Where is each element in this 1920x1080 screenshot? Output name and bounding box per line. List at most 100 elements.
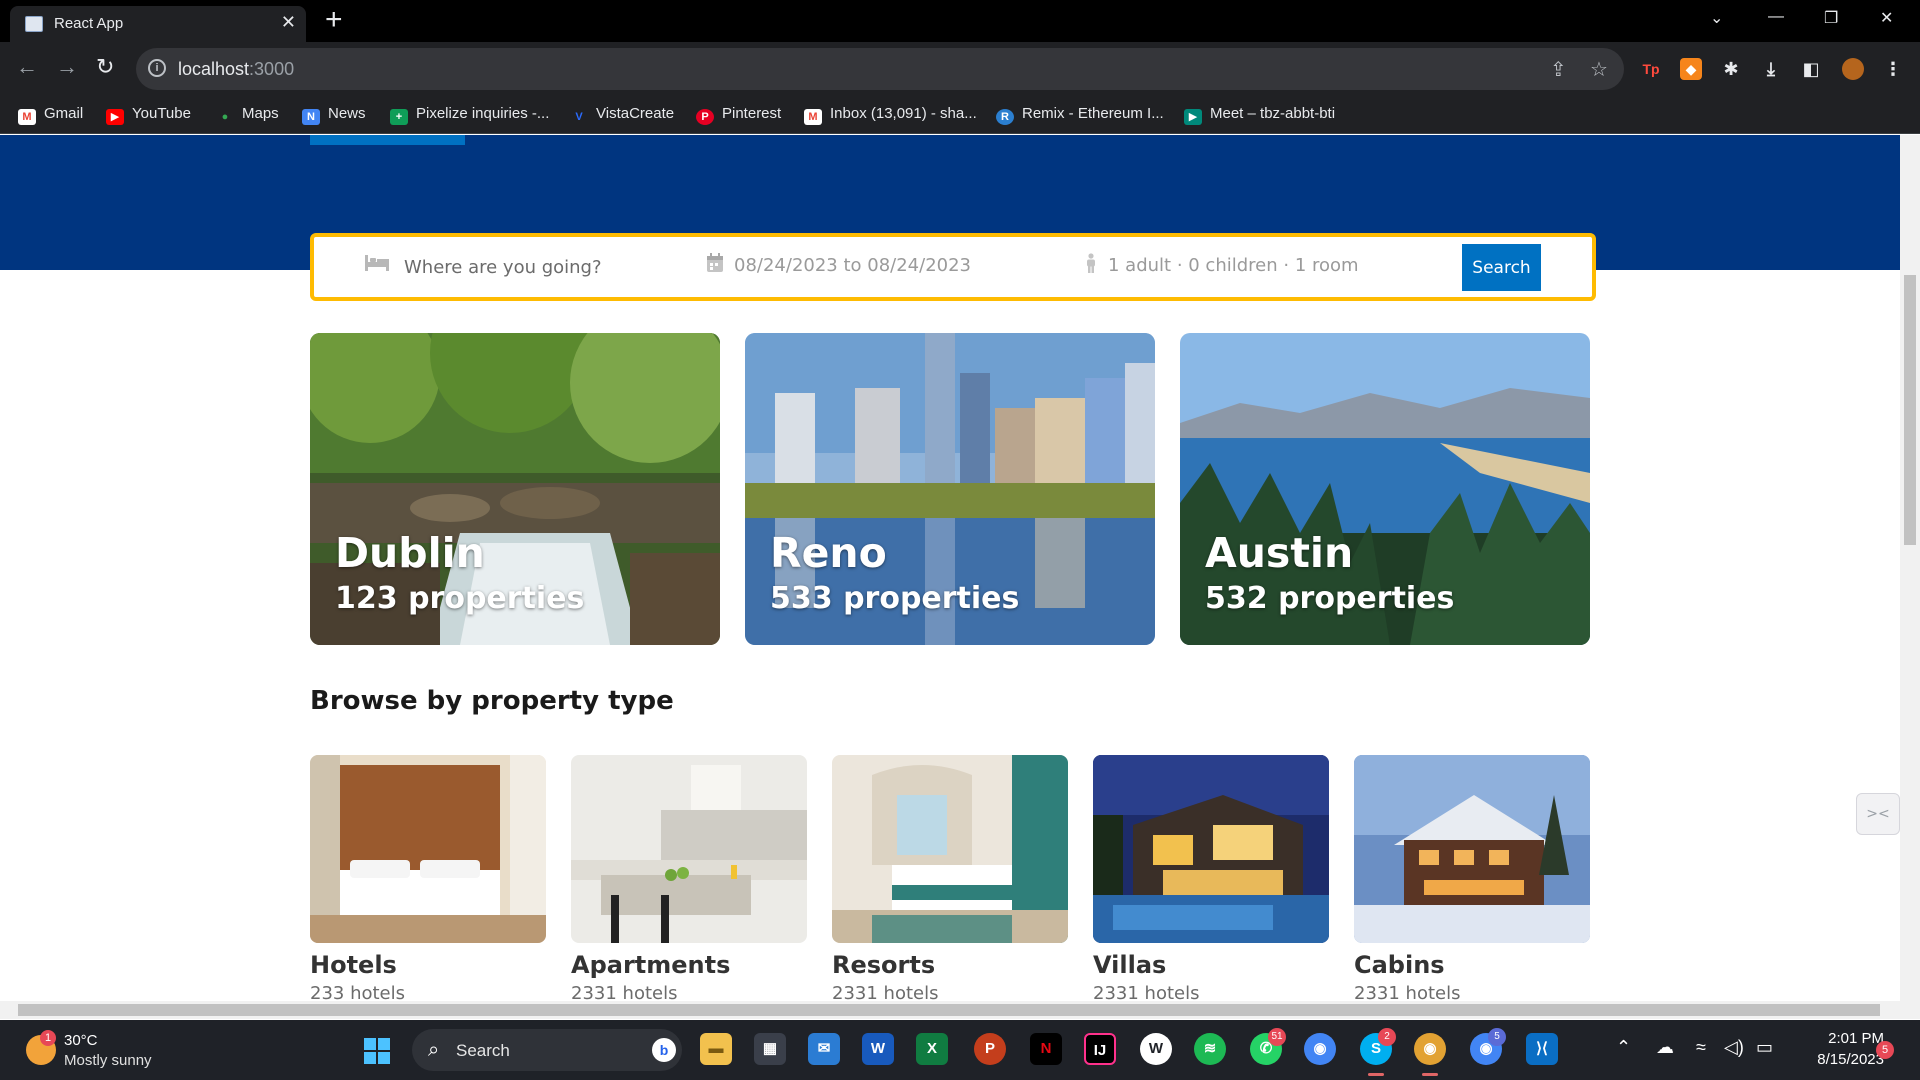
windows-taskbar: 1 30°C Mostly sunny ⌕ Search b ▬ ▦ ✉ W X… [0, 1020, 1920, 1080]
property-type-count: 2331 hotels [1354, 983, 1461, 1001]
bing-icon[interactable]: b [652, 1038, 676, 1062]
mail-icon[interactable]: ✉ [808, 1033, 840, 1065]
bookmark-star-icon[interactable]: ☆ [1590, 57, 1608, 82]
taskbar-date[interactable]: 8/15/2023 [1794, 1051, 1884, 1068]
excel-icon[interactable]: X [916, 1033, 948, 1065]
property-card-cabins[interactable]: Cabins 2331 hotels [1354, 755, 1590, 1001]
remix-icon: R [996, 109, 1014, 125]
file-explorer-icon[interactable]: ▬ [700, 1033, 732, 1065]
featured-card-reno[interactable]: Reno 533 properties [745, 333, 1155, 645]
spotify-icon[interactable]: ≋ [1194, 1033, 1226, 1065]
vertical-scroll-thumb[interactable] [1904, 275, 1916, 545]
page-viewport: 08/24/2023 to 08/24/2023 1 adult · 0 chi… [0, 135, 1920, 1001]
guests-field[interactable]: 1 adult · 0 children · 1 room [1108, 255, 1359, 276]
close-window-icon[interactable]: ✕ [1880, 8, 1893, 28]
bookmark-pinterest[interactable]: P Pinterest [696, 105, 781, 125]
vertical-scrollbar[interactable] [1900, 135, 1920, 1001]
address-bar: ← → ↻ i localhost:3000 ⇪ ☆ Tp ◆ ✱ ⤓ ◧ ⋮ [0, 42, 1920, 96]
property-card-apartments[interactable]: Apartments 2331 hotels [571, 755, 807, 1001]
profile-avatar[interactable] [1842, 58, 1864, 80]
bookmark-meet[interactable]: ▶ Meet – tbz-abbt-bti [1184, 105, 1335, 125]
side-panel-icon[interactable]: ◧ [1800, 58, 1822, 80]
menu-dots-icon[interactable]: ⋮ [1882, 58, 1904, 80]
weather-temperature[interactable]: 30°C [64, 1032, 98, 1049]
omnibox[interactable]: i localhost:3000 ⇪ ☆ [136, 48, 1624, 90]
bookmark-news[interactable]: N News [302, 105, 366, 125]
search-icon: ⌕ [428, 1039, 440, 1061]
bookmark-gmail[interactable]: M Gmail [18, 105, 83, 125]
onedrive-error-icon[interactable]: ☁ [1656, 1037, 1674, 1058]
property-count: 533 properties [770, 581, 1020, 616]
browser-tab[interactable]: React App ✕ [10, 6, 306, 42]
chrome-badge: 5 [1488, 1028, 1506, 1046]
weather-badge: 1 [40, 1030, 56, 1046]
property-type-name: Apartments [571, 951, 731, 979]
bookmark-remix[interactable]: R Remix - Ethereum I... [996, 105, 1164, 125]
battery-icon[interactable]: ▭ [1756, 1037, 1773, 1058]
property-type-list: Hotels 233 hotels Apartments 2331 hotels… [310, 755, 1590, 1001]
vscode-icon[interactable]: ⟩⟨ [1526, 1033, 1558, 1065]
metamask-icon[interactable]: ◆ [1680, 58, 1702, 80]
windows-start-icon[interactable] [364, 1038, 390, 1064]
bookmark-maps[interactable]: ● Maps [216, 105, 279, 125]
horizontal-scroll-thumb[interactable] [18, 1004, 1880, 1016]
chrome-icon[interactable]: ◉ [1304, 1033, 1336, 1065]
extension-tp-icon[interactable]: Tp [1640, 58, 1662, 80]
bookmark-youtube[interactable]: ▶ YouTube [106, 105, 191, 125]
skype-active-indicator [1368, 1073, 1384, 1076]
close-tab-icon[interactable]: ✕ [281, 12, 296, 33]
download-icon[interactable]: ⤓ [1760, 58, 1782, 80]
property-type-name: Resorts [832, 951, 936, 979]
bookmark-pixelize[interactable]: + Pixelize inquiries -... [390, 105, 549, 125]
calendar-icon [706, 253, 724, 278]
tray-overflow-chevron-icon[interactable]: ⌃ [1616, 1037, 1631, 1058]
property-card-resorts[interactable]: Resorts 2331 hotels [832, 755, 1068, 1001]
restore-icon[interactable]: ❐ [1824, 8, 1838, 28]
intellij-icon[interactable]: IJ [1084, 1033, 1116, 1065]
site-info-icon[interactable]: i [148, 59, 166, 77]
wordpad-icon[interactable]: W [1140, 1033, 1172, 1065]
share-icon[interactable]: ⇪ [1550, 57, 1567, 82]
featured-card-austin[interactable]: Austin 532 properties [1180, 333, 1590, 645]
date-range-field[interactable]: 08/24/2023 to 08/24/2023 [734, 255, 971, 276]
meet-icon: ▶ [1184, 109, 1202, 125]
taskbar-time[interactable]: 2:01 PM [1810, 1030, 1884, 1047]
featured-card-dublin[interactable]: Dublin 123 properties [310, 333, 720, 645]
weather-description[interactable]: Mostly sunny [64, 1052, 152, 1069]
netflix-icon[interactable]: N [1030, 1033, 1062, 1065]
horizontal-scrollbar[interactable] [0, 1001, 1920, 1019]
forward-icon[interactable]: → [56, 54, 78, 80]
new-tab-icon[interactable]: + [325, 4, 343, 36]
extensions-puzzle-icon[interactable]: ✱ [1720, 58, 1742, 80]
notification-badge[interactable]: 5 [1876, 1041, 1894, 1059]
destination-input[interactable] [404, 253, 684, 281]
volume-icon[interactable]: ◁) [1724, 1037, 1744, 1058]
city-name: Austin [1205, 529, 1354, 577]
villa-night-image [1093, 755, 1329, 943]
property-type-name: Hotels [310, 951, 397, 979]
tab-search-chevron-icon[interactable]: ⌄ [1710, 8, 1723, 28]
taskbar-search[interactable]: ⌕ Search b [412, 1029, 682, 1071]
news-icon: N [302, 109, 320, 125]
powerpoint-icon[interactable]: P [974, 1033, 1006, 1065]
bookmark-inbox[interactable]: M Inbox (13,091) - sha... [804, 105, 977, 125]
property-type-name: Cabins [1354, 951, 1445, 979]
reload-icon[interactable]: ↻ [96, 54, 114, 80]
maps-icon: ● [221, 111, 229, 123]
property-type-count: 233 hotels [310, 983, 406, 1001]
minimize-icon[interactable]: — [1768, 8, 1784, 26]
bookmark-vistacreate[interactable]: V VistaCreate [570, 105, 674, 125]
bookmarks-bar: M Gmail ▶ YouTube ● Maps N News + Pixelize in… [0, 96, 1920, 134]
word-icon[interactable]: W [862, 1033, 894, 1065]
back-icon[interactable]: ← [16, 54, 38, 80]
property-card-hotels[interactable]: Hotels 233 hotels [310, 755, 546, 1001]
property-card-villas[interactable]: Villas 2331 hotels [1093, 755, 1329, 1001]
react-favicon-icon [25, 16, 43, 32]
wifi-icon[interactable]: ≈ [1696, 1037, 1706, 1058]
floating-widget-icon[interactable]: >< [1856, 793, 1900, 835]
microsoft-store-icon[interactable]: ▦ [754, 1033, 786, 1065]
search-button[interactable]: Search [1462, 244, 1541, 291]
chrome-canary-icon[interactable]: ◉ [1414, 1033, 1446, 1065]
property-type-count: 2331 hotels [1093, 983, 1200, 1001]
url-text[interactable]: localhost:3000 [178, 59, 294, 80]
